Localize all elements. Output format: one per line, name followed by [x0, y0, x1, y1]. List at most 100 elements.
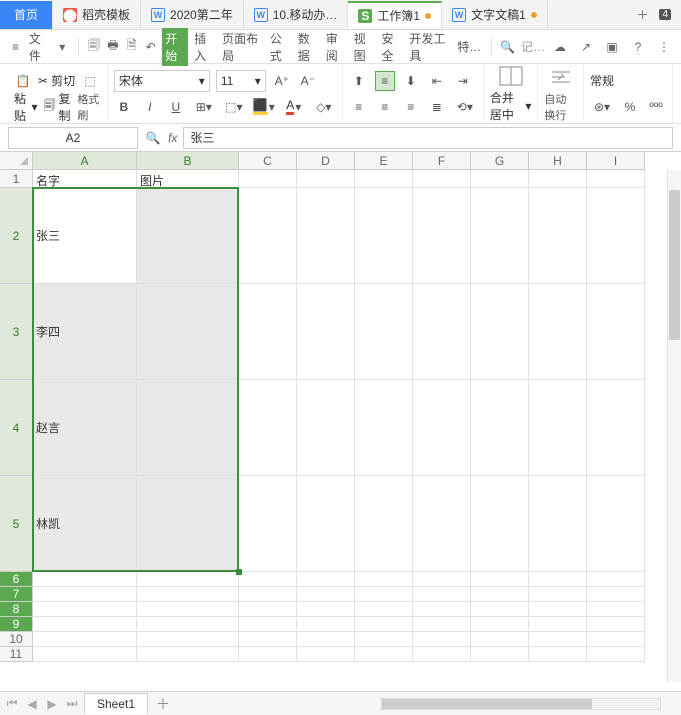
preview-icon[interactable]: 🗎: [124, 38, 139, 56]
cell-G6[interactable]: [471, 572, 529, 587]
cell-B1[interactable]: 图片: [137, 170, 239, 188]
cell-B9[interactable]: [137, 617, 239, 632]
format-painter-button[interactable]: 格式刷: [77, 91, 101, 123]
menu-data[interactable]: 数据: [296, 28, 320, 66]
cell-G3[interactable]: [471, 284, 529, 380]
tab-count-badge[interactable]: 4: [659, 9, 671, 20]
cell-F3[interactable]: [413, 284, 471, 380]
wrap-button[interactable]: 自动换行: [544, 91, 577, 123]
undo-icon[interactable]: ↶: [143, 38, 158, 56]
cell-E6[interactable]: [355, 572, 413, 587]
row-header-10[interactable]: 10: [0, 632, 33, 647]
cell-E4[interactable]: [355, 380, 413, 476]
menu-formula[interactable]: 公式: [268, 28, 292, 66]
cell-E1[interactable]: [355, 170, 413, 188]
cell-C3[interactable]: [239, 284, 297, 380]
cell-F2[interactable]: [413, 188, 471, 284]
align-bottom-icon[interactable]: ⬇: [401, 71, 421, 91]
cell-H5[interactable]: [529, 476, 587, 572]
col-header-G[interactable]: G: [471, 152, 529, 170]
indent-decrease-icon[interactable]: ⇤: [427, 71, 447, 91]
row-header-1[interactable]: 1: [0, 170, 33, 188]
new-tab-button[interactable]: ＋: [633, 6, 651, 24]
cell-C2[interactable]: [239, 188, 297, 284]
bold-button[interactable]: B: [114, 97, 134, 117]
row-header-7[interactable]: 7: [0, 587, 33, 602]
currency-button[interactable]: ⊛▾: [590, 97, 614, 117]
clipboard-icon[interactable]: 📋: [14, 72, 32, 90]
decrease-font-icon[interactable]: A⁻: [298, 71, 318, 91]
cell-F10[interactable]: [413, 632, 471, 647]
sheet-tab[interactable]: Sheet1: [84, 693, 148, 714]
col-header-F[interactable]: F: [413, 152, 471, 170]
paint-bucket-icon[interactable]: ⬚: [81, 72, 99, 90]
cell-F11[interactable]: [413, 647, 471, 662]
help-icon[interactable]: ?: [629, 38, 647, 56]
row-header-11[interactable]: 11: [0, 647, 33, 662]
scroll-thumb[interactable]: [669, 190, 680, 340]
search-icon[interactable]: 🔍: [500, 38, 515, 56]
cell-H6[interactable]: [529, 572, 587, 587]
settings-icon[interactable]: ▣: [603, 38, 621, 56]
cell-I5[interactable]: [587, 476, 645, 572]
cell-A5[interactable]: 林凯: [33, 476, 137, 572]
percent-button[interactable]: %: [620, 97, 640, 117]
vertical-scrollbar[interactable]: [667, 170, 681, 682]
cell-D10[interactable]: [297, 632, 355, 647]
cell-D11[interactable]: [297, 647, 355, 662]
cell-I11[interactable]: [587, 647, 645, 662]
cell-B4[interactable]: [137, 380, 239, 476]
cell-B3[interactable]: [137, 284, 239, 380]
cell-I9[interactable]: [587, 617, 645, 632]
cell-A2[interactable]: 张三: [33, 188, 137, 284]
col-header-B[interactable]: B: [137, 152, 239, 170]
cell-B5[interactable]: [137, 476, 239, 572]
add-sheet-button[interactable]: ＋: [148, 694, 178, 714]
cell-H1[interactable]: [529, 170, 587, 188]
font-name-select[interactable]: 宋体▾: [114, 70, 210, 92]
cell-E7[interactable]: [355, 587, 413, 602]
name-box[interactable]: A2: [8, 127, 138, 149]
cell-A11[interactable]: [33, 647, 137, 662]
underline-button[interactable]: U: [166, 97, 186, 117]
font-color-button[interactable]: A▾: [282, 97, 306, 117]
wrap-icon[interactable]: [547, 64, 575, 89]
cell-I7[interactable]: [587, 587, 645, 602]
cell-A9[interactable]: [33, 617, 137, 632]
cell-I3[interactable]: [587, 284, 645, 380]
row-header-3[interactable]: 3: [0, 284, 33, 380]
col-header-D[interactable]: D: [297, 152, 355, 170]
row-header-8[interactable]: 8: [0, 602, 33, 617]
tab-docker[interactable]: ⬤ 稻壳模板: [53, 1, 141, 29]
cell-D1[interactable]: [297, 170, 355, 188]
cell-H9[interactable]: [529, 617, 587, 632]
comma-button[interactable]: ººº: [646, 97, 666, 117]
scroll-thumb[interactable]: [382, 699, 592, 709]
cell-B2[interactable]: [137, 188, 239, 284]
cell-D7[interactable]: [297, 587, 355, 602]
cell-A6[interactable]: [33, 572, 137, 587]
cell-E10[interactable]: [355, 632, 413, 647]
col-header-H[interactable]: H: [529, 152, 587, 170]
border-button[interactable]: ⊞▾: [192, 97, 216, 117]
cell-D6[interactable]: [297, 572, 355, 587]
cell-D4[interactable]: [297, 380, 355, 476]
cell-G11[interactable]: [471, 647, 529, 662]
cell-I10[interactable]: [587, 632, 645, 647]
cell-C11[interactable]: [239, 647, 297, 662]
cell-C5[interactable]: [239, 476, 297, 572]
cell-G5[interactable]: [471, 476, 529, 572]
last-sheet-icon[interactable]: ⏭: [64, 696, 80, 712]
name-dropdown-icon[interactable]: 🔍: [144, 129, 162, 147]
formula-bar[interactable]: 张三: [183, 127, 673, 149]
clear-format-button[interactable]: ◇▾: [312, 97, 336, 117]
row-header-9[interactable]: 9: [0, 617, 33, 632]
tab-textdoc[interactable]: W 文字文稿1: [442, 1, 548, 29]
cell-A7[interactable]: [33, 587, 137, 602]
menu-pagelayout[interactable]: 页面布局: [220, 28, 264, 66]
cell-A8[interactable]: [33, 602, 137, 617]
chevron-down-icon[interactable]: ▾: [55, 38, 70, 56]
cell-G10[interactable]: [471, 632, 529, 647]
row-header-6[interactable]: 6: [0, 572, 33, 587]
align-right-icon[interactable]: ≡: [401, 97, 421, 117]
